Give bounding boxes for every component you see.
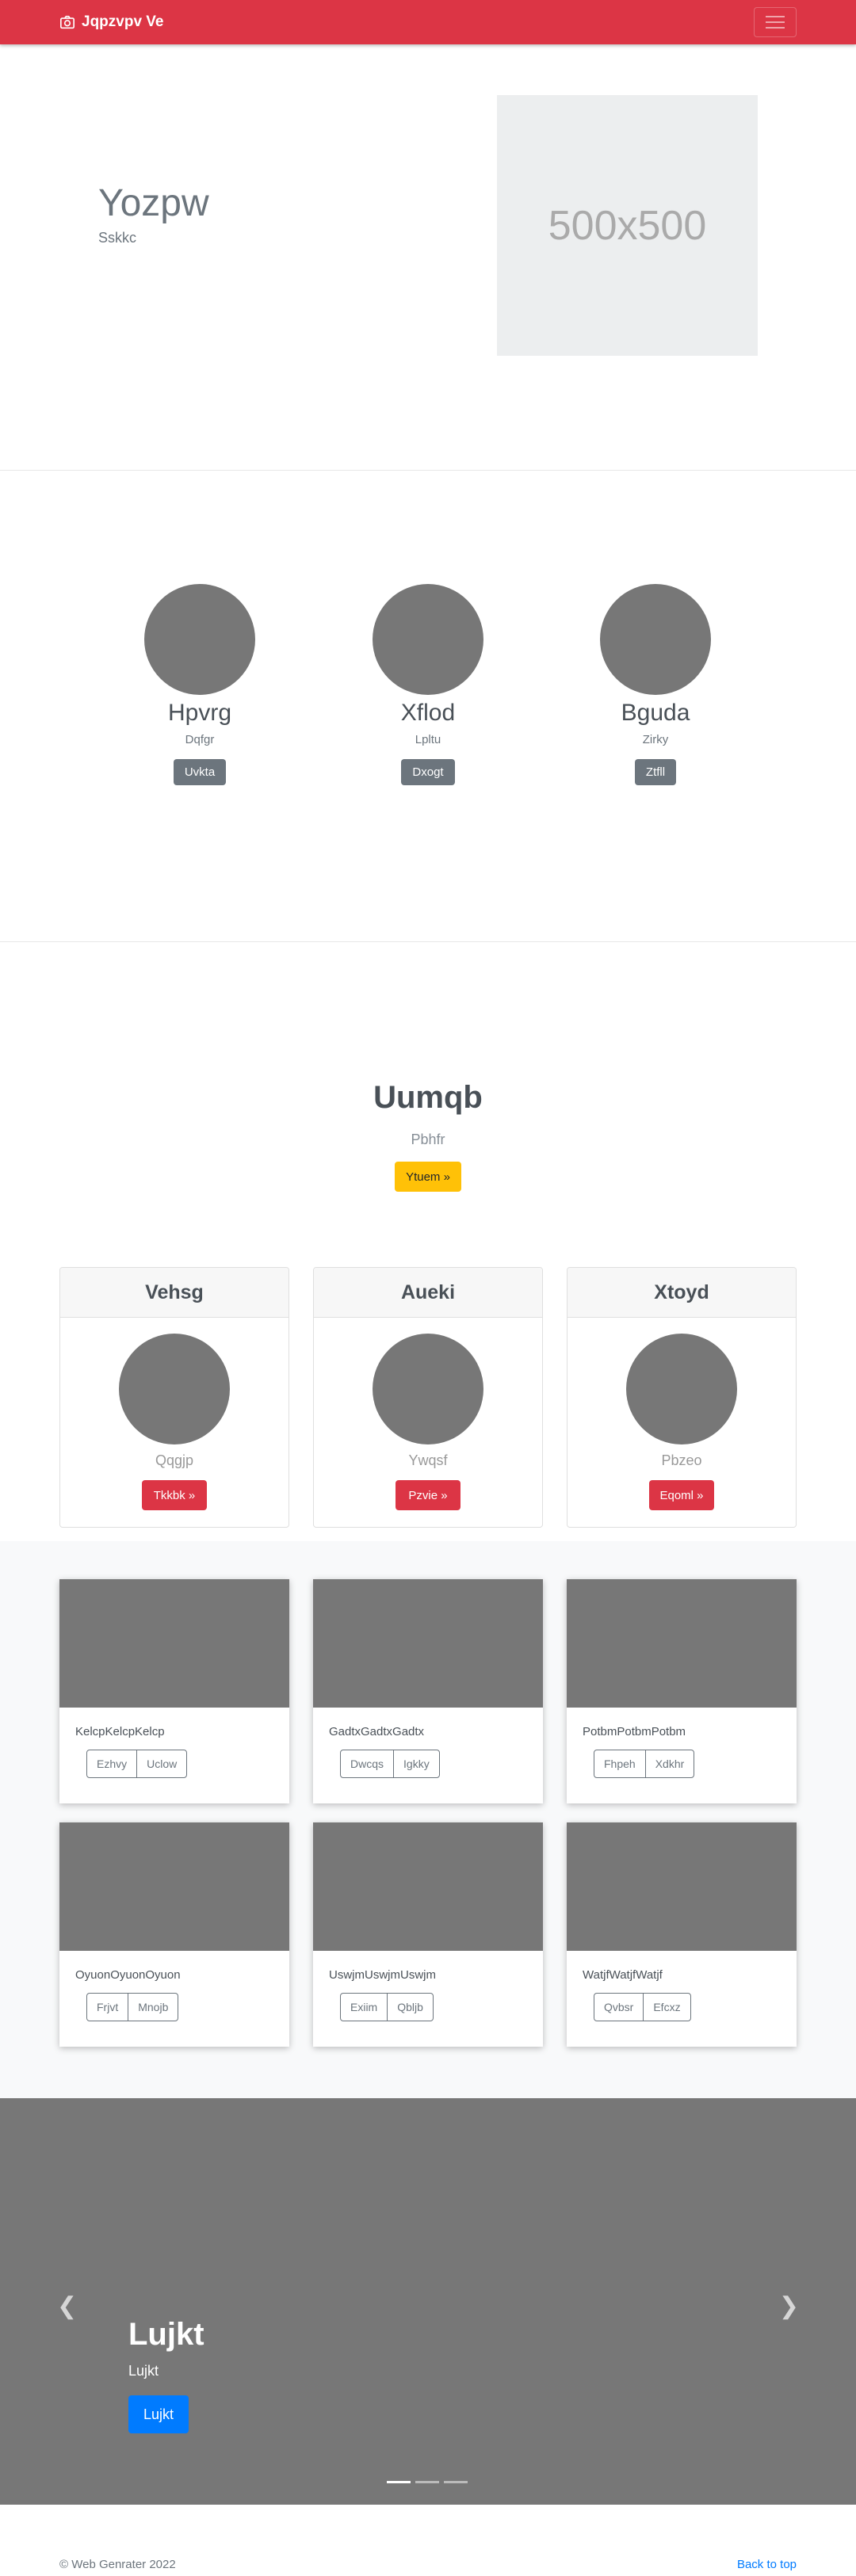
member-name: Hpvrg [167, 700, 232, 726]
album-card: KelcpKelcpKelcp Ezhvy Uclow [59, 1579, 289, 1803]
edit-button[interactable]: Efcxz [643, 1993, 691, 2021]
navbar-toggler[interactable] [754, 7, 797, 37]
chevron-right-icon[interactable]: ❯ [779, 2292, 799, 2320]
button-group: Ezhvy Uclow [86, 1750, 289, 1778]
brand-text: Jqpzvpv Ve [82, 13, 164, 30]
carousel-button[interactable]: Lujkt [128, 2395, 189, 2433]
button-group: Exiim Qbljb [340, 1993, 543, 2021]
avatar [144, 584, 255, 695]
footer: © Web Genrater 2022 Back to top [0, 2505, 856, 2574]
profile-card: Xtoyd Pbzeo Eqoml » [567, 1267, 797, 1528]
hero-subtitle: Sskkc [98, 230, 137, 246]
card-thumbnail [59, 1579, 289, 1708]
avatar [119, 1334, 230, 1444]
card-label: Qqgjp [155, 1452, 194, 1468]
carousel-indicators [387, 2481, 468, 2483]
album-card: WatjfWatjfWatjf Qvbsr Efcxz [567, 1822, 797, 2047]
brand-link[interactable]: Jqpzvpv Ve [59, 13, 164, 31]
card-text: PotbmPotbmPotbm [583, 1725, 686, 1738]
member-button[interactable]: Ztfll [634, 759, 677, 785]
member-role: Lpltu [415, 733, 441, 746]
section-subtitle: Pbhfr [411, 1132, 445, 1147]
team-member: Bguda Zirky Ztfll [576, 584, 735, 785]
indicator[interactable] [444, 2481, 468, 2483]
intro-section: Uumqb Pbhfr Ytuem » Vehsg Qqgjp Tkkbk » … [0, 942, 856, 1541]
view-button[interactable]: Exiim [340, 1993, 388, 2021]
avatar [373, 584, 483, 695]
button-group: Fhpeh Xdkhr [594, 1750, 797, 1778]
camera-icon [60, 15, 75, 29]
indicator[interactable] [387, 2481, 411, 2483]
card-text: KelcpKelcpKelcp [75, 1725, 165, 1738]
chevron-left-icon[interactable]: ❮ [57, 2292, 77, 2320]
button-group: Frjvt Mnojb [86, 1993, 289, 2021]
team-member: Xflod Lpltu Dxogt [349, 584, 507, 785]
card-text: OyuonOyuonOyuon [75, 1968, 181, 1982]
button-group: Dwcqs Igkky [340, 1750, 543, 1778]
avatar [373, 1334, 483, 1444]
team-section: Hpvrg Dqfgr Uvkta Xflod Lpltu Dxogt Bgud… [0, 471, 856, 941]
hero-section: Yozpw Sskkc 500x500 [0, 44, 856, 470]
member-name: Bguda [621, 700, 690, 726]
card-text: UswjmUswjmUswjm [329, 1968, 436, 1982]
album-card: GadtxGadtxGadtx Dwcqs Igkky [313, 1579, 543, 1803]
avatar [626, 1334, 737, 1444]
hero-image-placeholder: 500x500 [497, 95, 758, 356]
back-to-top-link[interactable]: Back to top [737, 2558, 797, 2571]
album-section: KelcpKelcpKelcp Ezhvy Uclow GadtxGadtxGa… [0, 1541, 856, 2098]
view-button[interactable]: Fhpeh [594, 1750, 646, 1778]
member-role: Dqfgr [185, 733, 215, 746]
navbar: Jqpzvpv Ve [0, 0, 856, 44]
member-button[interactable]: Uvkta [173, 759, 227, 785]
card-header: Vehsg [60, 1268, 289, 1318]
card-text: GadtxGadtxGadtx [329, 1725, 425, 1738]
view-button[interactable]: Ezhvy [86, 1750, 138, 1778]
card-thumbnail [313, 1579, 543, 1708]
card-thumbnail [567, 1579, 797, 1708]
hero-title: Yozpw [98, 182, 209, 224]
member-button[interactable]: Dxogt [401, 759, 455, 785]
team-member: Hpvrg Dqfgr Uvkta [120, 584, 279, 785]
profile-card: Aueki Ywqsf Pzvie » [313, 1267, 543, 1528]
indicator[interactable] [415, 2481, 439, 2483]
card-header: Aueki [314, 1268, 542, 1318]
album-card: PotbmPotbmPotbm Fhpeh Xdkhr [567, 1579, 797, 1803]
section-title: Uumqb [373, 1080, 483, 1115]
card-thumbnail [59, 1822, 289, 1951]
hamburger-icon [766, 16, 785, 17]
button-group: Qvbsr Efcxz [594, 1993, 797, 2021]
card-button[interactable]: Pzvie » [396, 1480, 460, 1510]
carousel: ❮ ❯ Lujkt Lujkt Lujkt [0, 2098, 856, 2505]
card-label: Pbzeo [661, 1452, 702, 1468]
hero-text: Yozpw Sskkc [98, 181, 209, 246]
carousel-caption-subtitle: Lujkt [128, 2363, 159, 2379]
intro-button[interactable]: Ytuem » [395, 1162, 461, 1192]
edit-button[interactable]: Igkky [393, 1750, 440, 1778]
view-button[interactable]: Qvbsr [594, 1993, 644, 2021]
edit-button[interactable]: Qbljb [387, 1993, 434, 2021]
album-card: UswjmUswjmUswjm Exiim Qbljb [313, 1822, 543, 2047]
card-thumbnail [313, 1822, 543, 1951]
copyright-text: © Web Genrater 2022 [59, 2558, 176, 2571]
member-name: Xflod [400, 700, 456, 726]
profile-card: Vehsg Qqgjp Tkkbk » [59, 1267, 289, 1528]
card-label: Ywqsf [408, 1452, 448, 1468]
card-header: Xtoyd [567, 1268, 796, 1318]
card-button[interactable]: Tkkbk » [142, 1480, 207, 1510]
card-thumbnail [567, 1822, 797, 1951]
album-card: OyuonOyuonOyuon Frjvt Mnojb [59, 1822, 289, 2047]
edit-button[interactable]: Uclow [136, 1750, 188, 1778]
view-button[interactable]: Dwcqs [340, 1750, 395, 1778]
edit-button[interactable]: Mnojb [128, 1993, 179, 2021]
member-role: Zirky [642, 733, 669, 746]
avatar [600, 584, 711, 695]
card-text: WatjfWatjfWatjf [583, 1968, 663, 1982]
card-button[interactable]: Eqoml » [649, 1480, 714, 1510]
carousel-caption-title: Lujkt [128, 2317, 204, 2352]
edit-button[interactable]: Xdkhr [644, 1750, 695, 1778]
view-button[interactable]: Frjvt [86, 1993, 129, 2021]
